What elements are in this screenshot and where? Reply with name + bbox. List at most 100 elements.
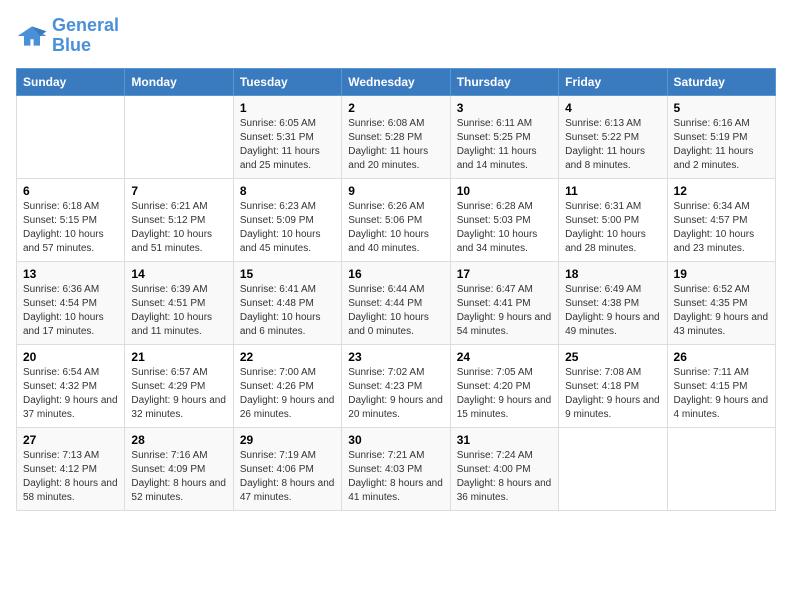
day-info: Sunrise: 6:21 AMSunset: 5:12 PMDaylight:… — [131, 200, 226, 256]
calendar-cell: 22 Sunrise: 7:00 AMSunset: 4:26 PMDayligh… — [233, 344, 341, 427]
calendar-cell: 28 Sunrise: 7:16 AMSunset: 4:09 PMDayligh… — [125, 427, 233, 510]
day-number: 4 — [565, 101, 660, 115]
day-info: Sunrise: 6:52 AMSunset: 4:35 PMDaylight:… — [674, 283, 769, 339]
day-number: 29 — [240, 433, 335, 447]
calendar-cell: 18 Sunrise: 6:49 AMSunset: 4:38 PMDayligh… — [559, 261, 667, 344]
calendar-cell: 15Sunrise: 6:41 AMSunset: 4:48 PMDayligh… — [233, 261, 341, 344]
calendar-week-3: 13 Sunrise: 6:36 AMSunset: 4:54 PMDayligh… — [17, 261, 776, 344]
calendar-cell: 13 Sunrise: 6:36 AMSunset: 4:54 PMDayligh… — [17, 261, 125, 344]
day-info: Sunrise: 6:11 AMSunset: 5:25 PMDaylight:… — [457, 117, 552, 173]
calendar-cell: 23 Sunrise: 7:02 AMSunset: 4:23 PMDayligh… — [342, 344, 450, 427]
day-info: Sunrise: 7:02 AMSunset: 4:23 PMDaylight:… — [348, 366, 443, 422]
calendar-cell: 10 Sunrise: 6:28 AMSunset: 5:03 PMDayligh… — [450, 178, 558, 261]
calendar-week-4: 20 Sunrise: 6:54 AMSunset: 4:32 PMDayligh… — [17, 344, 776, 427]
day-number: 2 — [348, 101, 443, 115]
calendar-cell — [17, 95, 125, 178]
calendar-week-2: 6 Sunrise: 6:18 AMSunset: 5:15 PMDaylight… — [17, 178, 776, 261]
day-number: 9 — [348, 184, 443, 198]
day-number: 13 — [23, 267, 118, 281]
day-number: 26 — [674, 350, 769, 364]
day-info: Sunrise: 6:44 AMSunset: 4:44 PMDaylight:… — [348, 283, 443, 339]
day-info: Sunrise: 6:54 AMSunset: 4:32 PMDaylight:… — [23, 366, 118, 422]
day-number: 23 — [348, 350, 443, 364]
calendar-cell: 1Sunrise: 6:05 AMSunset: 5:31 PMDaylight… — [233, 95, 341, 178]
day-number: 14 — [131, 267, 226, 281]
calendar-cell: 9 Sunrise: 6:26 AMSunset: 5:06 PMDaylight… — [342, 178, 450, 261]
day-number: 30 — [348, 433, 443, 447]
logo: General Blue — [16, 16, 119, 56]
day-info: Sunrise: 6:28 AMSunset: 5:03 PMDaylight:… — [457, 200, 552, 256]
day-info: Sunrise: 6:18 AMSunset: 5:15 PMDaylight:… — [23, 200, 118, 256]
day-info: Sunrise: 6:31 AMSunset: 5:00 PMDaylight:… — [565, 200, 660, 256]
day-number: 10 — [457, 184, 552, 198]
calendar-cell — [125, 95, 233, 178]
day-info: Sunrise: 7:24 AMSunset: 4:00 PMDaylight:… — [457, 449, 552, 505]
day-info: Sunrise: 6:16 AMSunset: 5:19 PMDaylight:… — [674, 117, 769, 173]
day-info: Sunrise: 7:08 AMSunset: 4:18 PMDaylight:… — [565, 366, 660, 422]
weekday-monday: Monday — [125, 68, 233, 95]
calendar-cell: 17Sunrise: 6:47 AMSunset: 4:41 PMDayligh… — [450, 261, 558, 344]
day-info: Sunrise: 7:13 AMSunset: 4:12 PMDaylight:… — [23, 449, 118, 505]
calendar-cell — [667, 427, 775, 510]
weekday-thursday: Thursday — [450, 68, 558, 95]
day-number: 17 — [457, 267, 552, 281]
logo-icon — [16, 20, 48, 52]
day-info: Sunrise: 6:05 AMSunset: 5:31 PMDaylight:… — [240, 117, 335, 173]
day-number: 7 — [131, 184, 226, 198]
day-number: 16 — [348, 267, 443, 281]
weekday-saturday: Saturday — [667, 68, 775, 95]
calendar-body: 1Sunrise: 6:05 AMSunset: 5:31 PMDaylight… — [17, 95, 776, 510]
day-number: 3 — [457, 101, 552, 115]
day-info: Sunrise: 6:49 AMSunset: 4:38 PMDaylight:… — [565, 283, 660, 339]
day-number: 18 — [565, 267, 660, 281]
calendar-cell: 31 Sunrise: 7:24 AMSunset: 4:00 PMDayligh… — [450, 427, 558, 510]
day-number: 12 — [674, 184, 769, 198]
day-number: 27 — [23, 433, 118, 447]
calendar-table: SundayMondayTuesdayWednesdayThursdayFrid… — [16, 68, 776, 511]
calendar-cell: 26 Sunrise: 7:11 AMSunset: 4:15 PMDayligh… — [667, 344, 775, 427]
day-number: 15 — [240, 267, 335, 281]
day-number: 6 — [23, 184, 118, 198]
weekday-header-row: SundayMondayTuesdayWednesdayThursdayFrid… — [17, 68, 776, 95]
calendar-week-5: 27 Sunrise: 7:13 AMSunset: 4:12 PMDayligh… — [17, 427, 776, 510]
day-info: Sunrise: 6:57 AMSunset: 4:29 PMDaylight:… — [131, 366, 226, 422]
calendar-cell: 25 Sunrise: 7:08 AMSunset: 4:18 PMDayligh… — [559, 344, 667, 427]
weekday-wednesday: Wednesday — [342, 68, 450, 95]
day-number: 19 — [674, 267, 769, 281]
calendar-cell: 21 Sunrise: 6:57 AMSunset: 4:29 PMDayligh… — [125, 344, 233, 427]
day-info: Sunrise: 7:16 AMSunset: 4:09 PMDaylight:… — [131, 449, 226, 505]
day-info: Sunrise: 7:21 AMSunset: 4:03 PMDaylight:… — [348, 449, 443, 505]
day-number: 22 — [240, 350, 335, 364]
calendar-cell: 3 Sunrise: 6:11 AMSunset: 5:25 PMDaylight… — [450, 95, 558, 178]
weekday-tuesday: Tuesday — [233, 68, 341, 95]
day-number: 11 — [565, 184, 660, 198]
logo-text: General Blue — [52, 16, 119, 56]
calendar-cell: 30 Sunrise: 7:21 AMSunset: 4:03 PMDayligh… — [342, 427, 450, 510]
day-info: Sunrise: 6:34 AMSunset: 4:57 PMDaylight:… — [674, 200, 769, 256]
day-number: 25 — [565, 350, 660, 364]
calendar-cell: 29 Sunrise: 7:19 AMSunset: 4:06 PMDayligh… — [233, 427, 341, 510]
day-info: Sunrise: 7:11 AMSunset: 4:15 PMDaylight:… — [674, 366, 769, 422]
day-number: 31 — [457, 433, 552, 447]
calendar-cell: 8 Sunrise: 6:23 AMSunset: 5:09 PMDaylight… — [233, 178, 341, 261]
day-info: Sunrise: 7:19 AMSunset: 4:06 PMDaylight:… — [240, 449, 335, 505]
day-info: Sunrise: 7:05 AMSunset: 4:20 PMDaylight:… — [457, 366, 552, 422]
calendar-cell: 24Sunrise: 7:05 AMSunset: 4:20 PMDayligh… — [450, 344, 558, 427]
calendar-cell: 7 Sunrise: 6:21 AMSunset: 5:12 PMDaylight… — [125, 178, 233, 261]
calendar-cell — [559, 427, 667, 510]
day-number: 20 — [23, 350, 118, 364]
day-info: Sunrise: 7:00 AMSunset: 4:26 PMDaylight:… — [240, 366, 335, 422]
weekday-friday: Friday — [559, 68, 667, 95]
calendar-cell: 11 Sunrise: 6:31 AMSunset: 5:00 PMDayligh… — [559, 178, 667, 261]
calendar-cell: 16 Sunrise: 6:44 AMSunset: 4:44 PMDayligh… — [342, 261, 450, 344]
day-info: Sunrise: 6:36 AMSunset: 4:54 PMDaylight:… — [23, 283, 118, 339]
day-number: 5 — [674, 101, 769, 115]
day-number: 21 — [131, 350, 226, 364]
day-number: 8 — [240, 184, 335, 198]
calendar-cell: 27 Sunrise: 7:13 AMSunset: 4:12 PMDayligh… — [17, 427, 125, 510]
calendar-header: SundayMondayTuesdayWednesdayThursdayFrid… — [17, 68, 776, 95]
calendar-cell: 2Sunrise: 6:08 AMSunset: 5:28 PMDaylight… — [342, 95, 450, 178]
day-info: Sunrise: 6:26 AMSunset: 5:06 PMDaylight:… — [348, 200, 443, 256]
day-info: Sunrise: 6:23 AMSunset: 5:09 PMDaylight:… — [240, 200, 335, 256]
day-number: 28 — [131, 433, 226, 447]
